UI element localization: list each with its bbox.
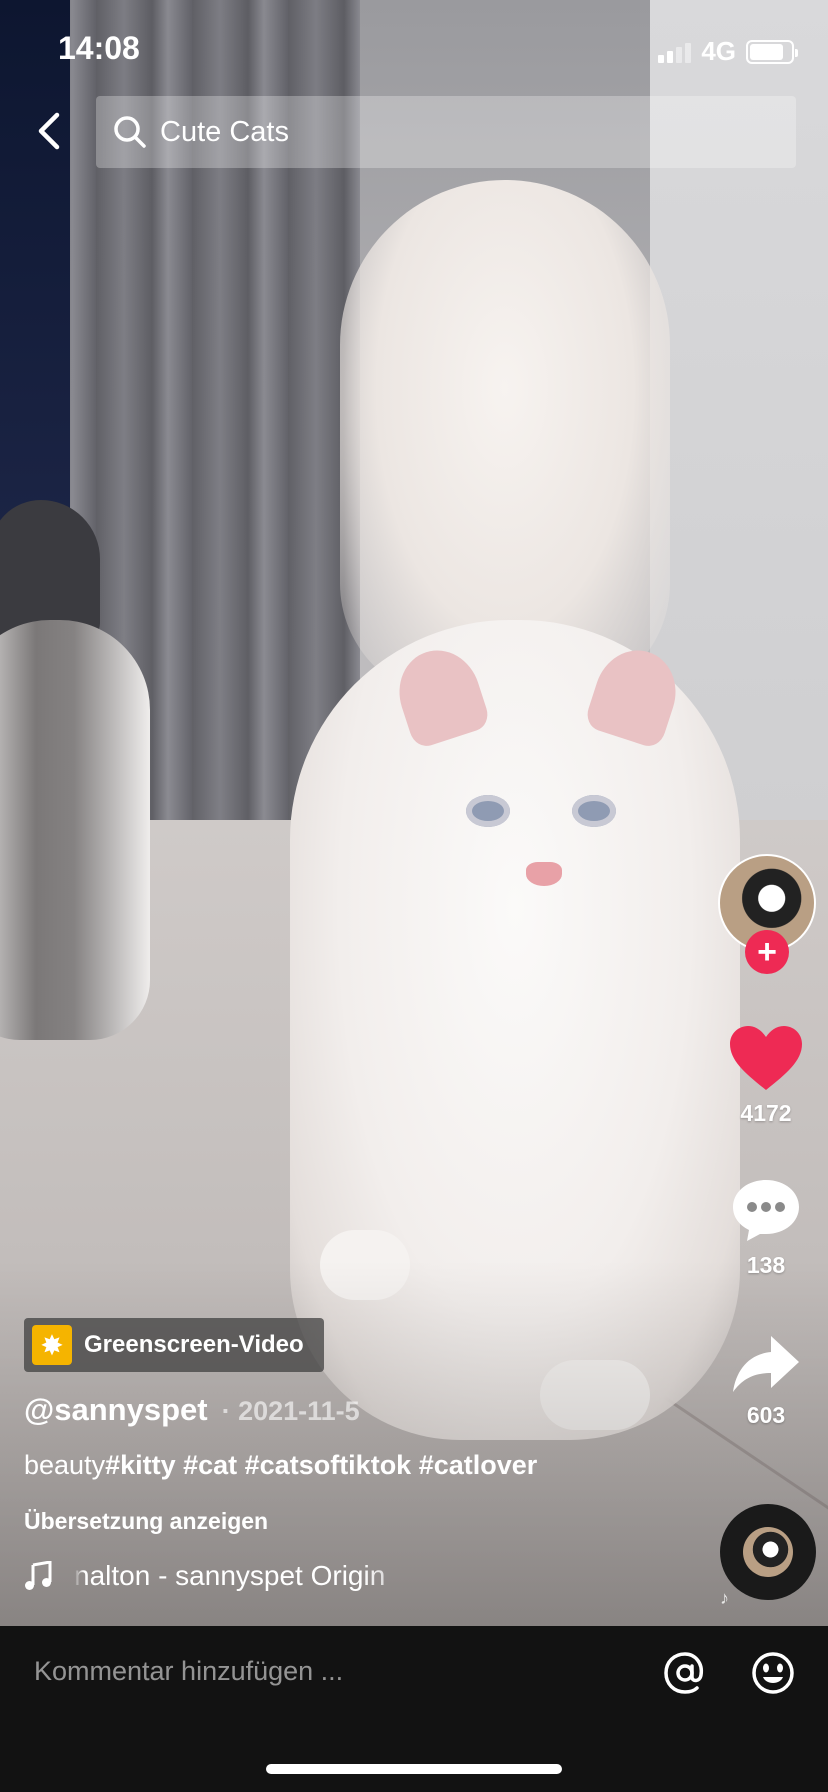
caption-hashtags[interactable]: #kitty #cat #catsoftiktok #catlover xyxy=(105,1450,537,1480)
cat-nose xyxy=(526,862,562,886)
status-time: 14:08 xyxy=(58,30,140,66)
sound-marquee: nalton - sannyspet Origin xyxy=(74,1560,434,1592)
grey-cat xyxy=(0,620,150,1040)
back-button[interactable] xyxy=(28,106,68,156)
network-type: 4G xyxy=(701,36,736,66)
chevron-left-icon xyxy=(38,112,60,150)
follow-button[interactable]: + xyxy=(745,930,789,974)
share-arrow-icon xyxy=(733,1336,799,1392)
caption-text: beauty xyxy=(24,1450,106,1480)
home-indicator xyxy=(266,1764,562,1774)
music-disc-cover xyxy=(743,1527,793,1577)
emoji-icon[interactable] xyxy=(748,1648,798,1698)
signal-icon xyxy=(658,41,692,63)
video-caption: beauty#kitty #cat #catsoftiktok #catlove… xyxy=(24,1450,537,1481)
sound-title: nalton - sannyspet Origin xyxy=(74,1560,386,1591)
mention-icon[interactable] xyxy=(660,1648,710,1698)
effect-badge[interactable]: ✸ Greenscreen-Video xyxy=(24,1318,324,1372)
like-button[interactable]: 4172 xyxy=(716,1024,816,1127)
creator-username[interactable]: @sannyspet xyxy=(24,1392,208,1428)
video-player[interactable] xyxy=(0,0,828,1626)
share-count: 603 xyxy=(746,1402,786,1428)
cat-eye xyxy=(572,795,616,827)
post-date: · 2021-11-5 xyxy=(221,1396,360,1426)
search-input[interactable]: Cute Cats xyxy=(96,96,796,168)
comment-button[interactable]: 138 xyxy=(716,1176,816,1279)
comment-input[interactable]: Kommentar hinzufügen ... xyxy=(34,1656,343,1687)
effect-label: Greenscreen-Video xyxy=(84,1331,304,1358)
comment-bubble-icon xyxy=(733,1180,799,1241)
heart-icon xyxy=(730,1026,802,1090)
search-query: Cute Cats xyxy=(160,115,289,148)
sound-info[interactable]: nalton - sannyspet Origin xyxy=(24,1560,444,1592)
share-button[interactable]: 603 xyxy=(716,1334,816,1429)
search-icon xyxy=(114,116,146,148)
status-indicators: 4G xyxy=(658,36,798,67)
music-disc[interactable] xyxy=(720,1504,816,1600)
video-curtain-shadow xyxy=(0,0,70,560)
comment-count: 138 xyxy=(746,1252,786,1278)
sparkle-icon: ✸ xyxy=(32,1325,72,1365)
plus-icon: + xyxy=(757,933,777,971)
music-note-icon xyxy=(25,1561,52,1590)
like-count: 4172 xyxy=(740,1100,792,1126)
translate-link[interactable]: Übersetzung anzeigen xyxy=(24,1508,268,1535)
music-note-icon: ♪ xyxy=(720,1588,729,1608)
creator-info: @sannyspet · 2021-11-5 xyxy=(24,1392,360,1428)
comment-bar: Kommentar hinzufügen ... xyxy=(0,1626,828,1792)
grey-cat-tail xyxy=(0,500,100,640)
cat-eye xyxy=(466,795,510,827)
battery-icon xyxy=(746,39,798,64)
